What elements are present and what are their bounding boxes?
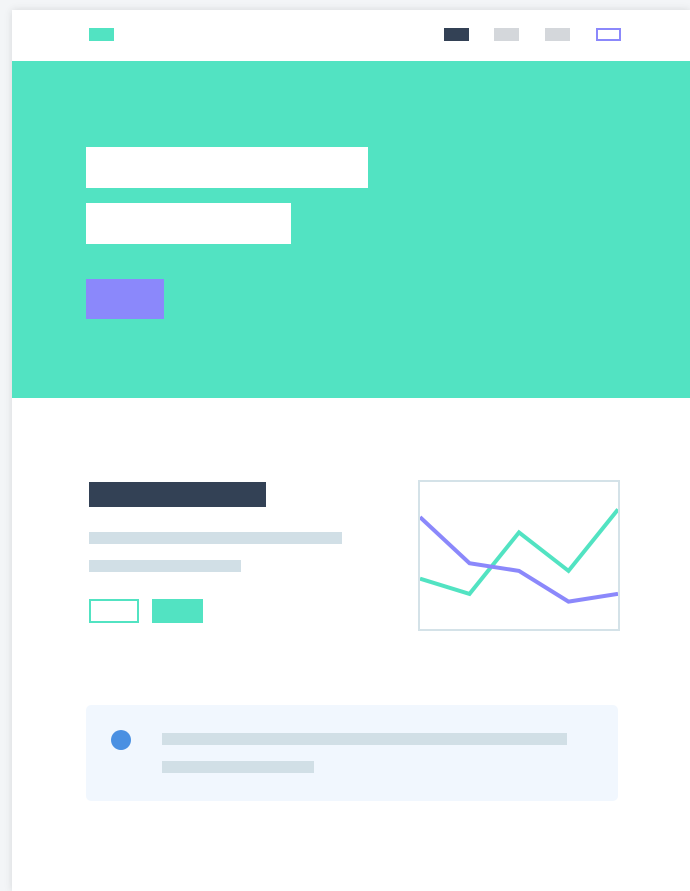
info-dot-icon	[111, 730, 131, 750]
feature-text-line-1	[89, 532, 342, 544]
logo[interactable]	[89, 28, 114, 41]
landing-page-wireframe	[12, 10, 690, 891]
hero-title-line-2	[86, 203, 291, 244]
nav-item-3[interactable]	[545, 28, 570, 41]
feature-heading	[89, 482, 266, 507]
hero-primary-button[interactable]	[86, 279, 164, 319]
nav-cta-button[interactable]	[596, 28, 621, 41]
info-text-line-1	[162, 733, 567, 745]
info-text-line-2	[162, 761, 314, 773]
line-chart	[418, 480, 620, 631]
info-callout	[86, 705, 618, 801]
hero-section	[12, 61, 690, 398]
chart-svg	[420, 508, 618, 604]
chart-series-line-1	[420, 508, 618, 597]
nav-item-2[interactable]	[494, 28, 519, 41]
hero-title-line-1	[86, 147, 368, 188]
feature-text-line-2	[89, 560, 241, 572]
nav-item-active[interactable]	[444, 28, 469, 41]
secondary-button[interactable]	[89, 599, 139, 623]
primary-button[interactable]	[152, 599, 203, 623]
